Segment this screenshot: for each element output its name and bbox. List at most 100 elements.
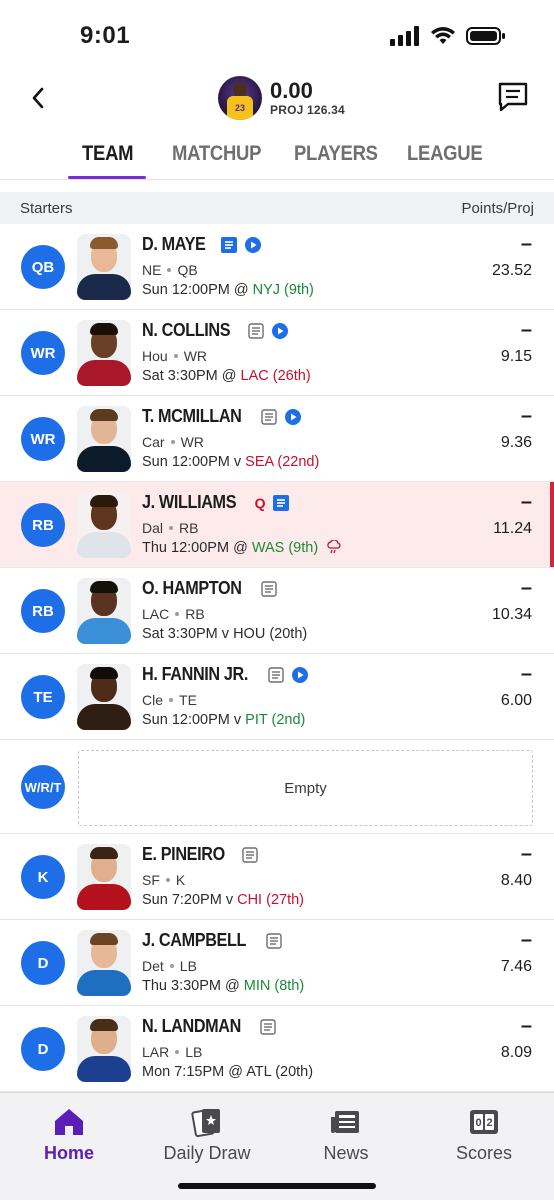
- player-name-line[interactable]: N. COLLINS: [142, 320, 288, 341]
- player-photo[interactable]: [77, 664, 131, 730]
- tab-matchup[interactable]: MATCHUP: [172, 142, 261, 166]
- flex-slot-row[interactable]: W/R/T Empty: [0, 740, 554, 834]
- weather-rain-icon: [327, 539, 341, 554]
- position-badge[interactable]: WR: [21, 331, 65, 375]
- player-name[interactable]: J. CAMPBELL: [142, 930, 246, 951]
- player-name-line[interactable]: N. LANDMAN: [142, 1016, 276, 1037]
- nav-scores[interactable]: 02 Scores: [419, 1107, 549, 1164]
- player-team: NE: [142, 262, 162, 278]
- player-row[interactable]: RB O. HAMPTON LAC RB Sat 3:30PM v HOU (20…: [0, 568, 554, 654]
- video-play-icon[interactable]: [291, 666, 308, 683]
- player-team: Cle: [142, 692, 164, 708]
- game-time: Sun 7:20PM v: [142, 892, 238, 908]
- player-name[interactable]: J. WILLIAMS: [142, 492, 236, 513]
- player-name-line[interactable]: D. MAYE: [142, 234, 261, 255]
- player-photo[interactable]: [77, 320, 131, 386]
- player-projection: 23.52: [491, 262, 532, 279]
- position-badge[interactable]: D: [21, 941, 65, 985]
- chat-button[interactable]: [496, 80, 530, 114]
- player-photo[interactable]: [77, 492, 131, 558]
- opponent-rank: LAC (26th): [240, 368, 311, 384]
- player-photo[interactable]: [77, 578, 131, 644]
- questionable-badge: Q: [254, 494, 266, 511]
- player-photo[interactable]: [77, 1016, 131, 1082]
- player-name[interactable]: O. HAMPTON: [142, 578, 242, 599]
- player-name[interactable]: T. MCMILLAN: [142, 406, 242, 427]
- empty-slot[interactable]: Empty: [78, 750, 533, 826]
- news-icon[interactable]: [260, 408, 277, 425]
- news-active-icon[interactable]: [273, 494, 290, 511]
- player-photo[interactable]: [77, 234, 131, 300]
- position-badge[interactable]: TE: [21, 675, 65, 719]
- player-name-line[interactable]: J. WILLIAMS Q: [142, 492, 290, 513]
- player-name[interactable]: N. COLLINS: [142, 320, 231, 341]
- opponent-rank: NYJ (9th): [252, 282, 314, 298]
- player-row-injured[interactable]: RB J. WILLIAMS Q Dal RB Thu 12:00PM @ WAS…: [0, 482, 554, 568]
- player-photo[interactable]: [77, 844, 131, 910]
- player-row[interactable]: WR N. COLLINS Hou WR Sat 3:30PM @ LAC (26…: [0, 310, 554, 396]
- position-badge[interactable]: QB: [21, 245, 65, 289]
- chevron-left-icon: [32, 87, 44, 109]
- news-icon[interactable]: [248, 322, 264, 339]
- video-play-icon[interactable]: [244, 236, 261, 253]
- player-name-line[interactable]: H. FANNIN JR.: [142, 664, 308, 685]
- player-team: Hou: [142, 348, 168, 364]
- position-badge[interactable]: RB: [21, 589, 65, 633]
- nav-news[interactable]: News: [281, 1107, 411, 1164]
- player-row[interactable]: QB D. MAYE NE QB Sun 12:00PM @ NYJ (9th) …: [0, 224, 554, 310]
- player-row[interactable]: TE H. FANNIN JR. Cle TE Sun 12:00PM v PIT…: [0, 654, 554, 740]
- wifi-icon: [431, 27, 455, 44]
- player-position: QB: [177, 262, 198, 278]
- back-button[interactable]: [22, 82, 54, 114]
- player-name[interactable]: D. MAYE: [142, 234, 206, 255]
- position-badge[interactable]: W/R/T: [21, 765, 65, 809]
- player-row[interactable]: D J. CAMPBELL Det LB Thu 3:30PM @ MIN (8t…: [0, 920, 554, 1006]
- news-icon[interactable]: [260, 580, 277, 597]
- scores-icon: 02: [470, 1110, 498, 1134]
- tab-players[interactable]: PLAYERS: [294, 142, 378, 166]
- player-position: WR: [183, 348, 208, 364]
- news-icon[interactable]: [242, 846, 258, 863]
- player-points: –: [520, 319, 532, 341]
- nav-daily-draw[interactable]: Daily Draw: [142, 1107, 272, 1164]
- news-icon[interactable]: [268, 666, 284, 683]
- player-team-pos: Hou WR: [142, 348, 207, 364]
- tab-team[interactable]: TEAM: [82, 142, 134, 166]
- player-name-line[interactable]: E. PINEIRO: [142, 844, 258, 865]
- section-title: Starters: [20, 199, 73, 217]
- player-photo[interactable]: [77, 406, 131, 472]
- news-active-icon[interactable]: [220, 236, 237, 253]
- position-badge[interactable]: D: [21, 1027, 65, 1071]
- news-icon[interactable]: [265, 932, 282, 949]
- home-indicator: [178, 1183, 376, 1189]
- opponent-rank: ATL (20th): [246, 1064, 314, 1080]
- player-row[interactable]: WR T. MCMILLAN Car WR Sun 12:00PM v SEA (…: [0, 396, 554, 482]
- position-badge[interactable]: RB: [21, 503, 65, 547]
- player-team: LAC: [142, 606, 170, 622]
- player-name[interactable]: N. LANDMAN: [142, 1016, 241, 1037]
- player-name-line[interactable]: T. MCMILLAN: [142, 406, 301, 427]
- position-badge[interactable]: K: [21, 855, 65, 899]
- player-position: WR: [180, 434, 204, 450]
- player-name-line[interactable]: J. CAMPBELL: [142, 930, 282, 951]
- player-game: Sun 12:00PM @ NYJ (9th): [142, 282, 314, 298]
- tab-league[interactable]: LEAGUE: [407, 142, 483, 166]
- team-summary[interactable]: 23 0.00 PROJ 126.34: [218, 76, 345, 120]
- player-team-pos: Det LB: [142, 958, 197, 974]
- player-photo[interactable]: [77, 930, 131, 996]
- news-icon[interactable]: [260, 1018, 276, 1035]
- video-play-icon[interactable]: [284, 408, 301, 425]
- player-name[interactable]: H. FANNIN JR.: [142, 664, 248, 685]
- team-header: 23 0.00 PROJ 126.34: [0, 70, 554, 130]
- svg-text:0: 0: [475, 1117, 481, 1129]
- player-row[interactable]: D N. LANDMAN LAR LB Mon 7:15PM @ ATL (20t…: [0, 1006, 554, 1092]
- game-time: Thu 3:30PM @: [142, 978, 244, 994]
- position-badge[interactable]: WR: [21, 417, 65, 461]
- player-points: –: [520, 491, 532, 513]
- player-name-line[interactable]: O. HAMPTON: [142, 578, 277, 599]
- player-team-pos: NE QB: [142, 262, 198, 278]
- player-name[interactable]: E. PINEIRO: [142, 844, 225, 865]
- player-row[interactable]: K E. PINEIRO SF K Sun 7:20PM v CHI (27th)…: [0, 834, 554, 920]
- nav-home[interactable]: Home: [4, 1107, 134, 1164]
- video-play-icon[interactable]: [272, 322, 288, 339]
